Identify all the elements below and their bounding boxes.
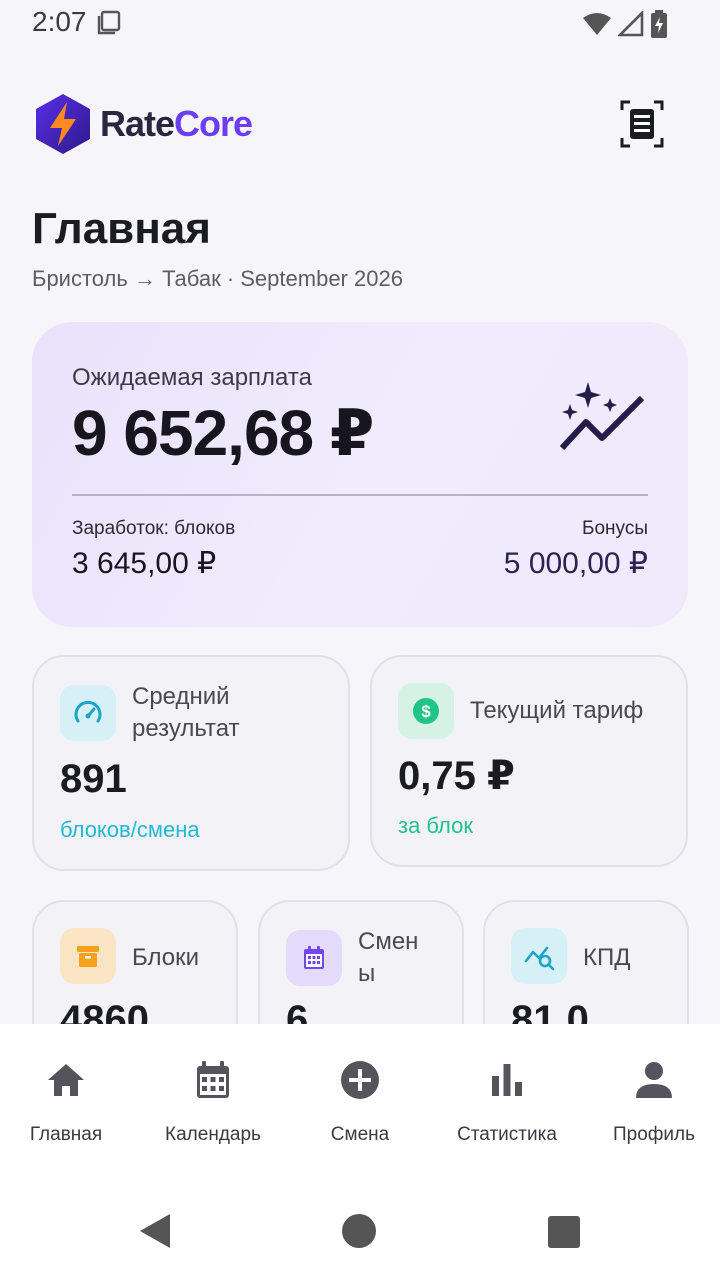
salary-divider: [72, 494, 648, 496]
screenshot-icon: [97, 10, 121, 35]
logo: RateCore: [32, 92, 253, 156]
logo-text: RateCore: [100, 103, 253, 144]
current-rate-title: Текущий тариф: [470, 697, 644, 724]
nav-label-shift: Смена: [330, 1124, 390, 1145]
calendar-icon: [286, 930, 342, 986]
battery-icon: [651, 10, 667, 38]
salary-card[interactable]: Ожидаемая зарплата 9 652,68 ₽ Заработок:…: [32, 322, 688, 627]
home-icon: [48, 1064, 84, 1096]
receipt-button[interactable]: [620, 100, 664, 148]
earnings-label: Заработок: блоков: [72, 518, 236, 539]
shifts-title: Смен ы: [358, 928, 419, 987]
nav-item-shift[interactable]: Смена: [288, 1024, 432, 1182]
nav-item-stats[interactable]: Статистика: [435, 1024, 579, 1182]
app-header: RateCore: [32, 92, 664, 156]
bonus-label: Бонусы: [582, 518, 648, 539]
add-circle-icon: [341, 1061, 379, 1099]
status-bar: 2:07: [0, 0, 720, 48]
recents-icon[interactable]: [548, 1216, 580, 1248]
calendar-icon: [197, 1061, 229, 1098]
person-icon: [636, 1062, 672, 1098]
current-rate-value: 0,75 ₽: [398, 754, 515, 798]
nav-item-home[interactable]: Главная: [0, 1024, 138, 1182]
nav-item-profile[interactable]: Профиль: [582, 1024, 720, 1182]
sparkle-trend-icon: [559, 382, 645, 451]
blocks-title: Блоки: [132, 944, 200, 971]
svg-text:$: $: [421, 702, 431, 721]
speedometer-icon: [60, 685, 116, 741]
wifi-icon: [583, 13, 611, 35]
earnings-value: 3 645,00 ₽: [72, 547, 217, 580]
chart-search-icon: [511, 928, 567, 984]
dollar-icon: $: [398, 683, 454, 739]
bonus-value: 5 000,00 ₽: [503, 547, 648, 580]
status-icons: [582, 10, 668, 38]
nav-label-home: Главная: [29, 1124, 103, 1145]
signal-icon: [618, 11, 644, 37]
salary-label: Ожидаемая зарплата: [72, 364, 312, 391]
back-icon[interactable]: [138, 1212, 172, 1250]
bolt-icon: [36, 94, 90, 154]
avg-result-unit: блоков/смена: [60, 817, 200, 842]
bottom-nav: Главная Календарь Смена Статистика Профи…: [0, 1024, 720, 1182]
system-nav-bar: [0, 1182, 720, 1280]
page-title: Главная: [32, 204, 211, 253]
archive-box-icon: [60, 928, 116, 984]
avg-result-title: Средний результат: [132, 683, 240, 742]
avg-result-card[interactable]: Средний результат 891 блоков/смена: [32, 655, 350, 871]
current-rate-unit: за блок: [398, 813, 473, 838]
nav-label-calendar: Календарь: [165, 1124, 261, 1145]
nav-label-stats: Статистика: [457, 1124, 557, 1145]
nav-item-calendar[interactable]: Календарь: [141, 1024, 285, 1182]
status-time: 2:07: [32, 6, 87, 37]
bar-chart-icon: [492, 1064, 522, 1096]
breadcrumb: Бристоль → Табак · September 2026: [32, 266, 403, 291]
current-rate-card[interactable]: $ Текущий тариф 0,75 ₽ за блок: [370, 655, 688, 867]
salary-amount: 9 652,68 ₽: [72, 397, 374, 469]
kpd-title: КПД: [583, 944, 631, 971]
avg-result-value: 891: [60, 757, 127, 801]
home-circle-icon[interactable]: [342, 1214, 376, 1248]
receipt-icon: [620, 100, 664, 148]
nav-label-profile: Профиль: [612, 1124, 696, 1145]
